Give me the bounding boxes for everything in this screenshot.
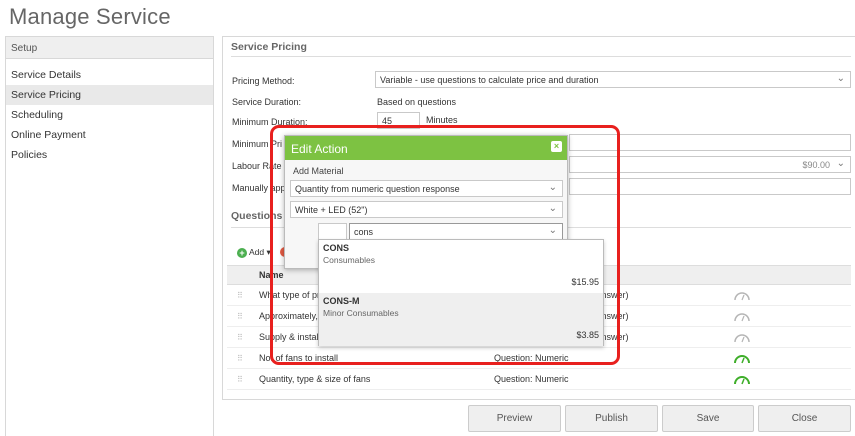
list-item[interactable]: CONS-M Minor Consumables $3.85 <box>319 293 603 346</box>
gauge-icon <box>734 376 750 385</box>
add-material-label: Add Material <box>293 166 344 176</box>
question-name: No. of fans to install <box>259 353 339 363</box>
gauge-icon <box>734 355 750 364</box>
minimum-price-input[interactable] <box>569 134 851 151</box>
gauge-icon <box>734 292 750 301</box>
divider <box>231 56 851 57</box>
question-type: Question: Numeric <box>494 374 569 384</box>
publish-button[interactable]: Publish <box>565 405 658 432</box>
page-title: Manage Service <box>9 4 171 29</box>
sidebar: Setup Service Details Service Pricing Sc… <box>5 36 214 436</box>
minutes-unit-label: Minutes <box>426 115 458 125</box>
sidebar-item-service-details[interactable]: Service Details <box>6 65 213 85</box>
material-search-input[interactable]: cons ⌄ <box>349 223 563 240</box>
result-description: Consumables <box>323 255 375 265</box>
sidebar-header: Setup <box>6 37 213 59</box>
service-pricing-title: Service Pricing <box>231 41 307 53</box>
list-item[interactable]: CONS Consumables $15.95 <box>319 240 603 293</box>
chevron-down-icon: ⌄ <box>548 182 557 193</box>
dialog-title: Edit Action <box>291 142 348 156</box>
result-description: Minor Consumables <box>323 308 399 318</box>
gauge-icon <box>734 334 750 343</box>
labour-rate-value: $90.00 <box>802 160 830 170</box>
minimum-duration-input[interactable]: 45 <box>377 112 420 129</box>
sidebar-item-policies[interactable]: Policies <box>6 145 213 165</box>
sidebar-item-service-pricing[interactable]: Service Pricing <box>6 85 213 105</box>
chevron-down-icon: ⌄ <box>836 158 845 169</box>
add-label: Add <box>249 247 265 257</box>
question-name: Quantity, type & size of fans <box>259 374 371 384</box>
sidebar-item-online-payment[interactable]: Online Payment <box>6 125 213 145</box>
labour-rate-select[interactable]: $90.00 ⌄ <box>569 156 851 173</box>
service-duration-value: Based on questions <box>377 97 457 107</box>
service-duration-label: Service Duration: <box>232 97 302 107</box>
quantity-source-value: Quantity from numeric question response <box>295 184 460 194</box>
table-row[interactable]: ⠿ Quantity, type & size of fans Question… <box>227 369 851 390</box>
question-name: What type of pr <box>259 290 321 300</box>
quantity-source-select[interactable]: Quantity from numeric question response … <box>290 180 563 197</box>
pricing-method-select[interactable]: Variable - use questions to calculate pr… <box>375 71 851 88</box>
add-icon: + <box>237 247 247 258</box>
column-header-name: Name <box>259 270 284 280</box>
minimum-duration-label: Minimum Duration: <box>232 117 308 127</box>
manually-applied-input[interactable] <box>569 178 851 195</box>
close-button[interactable]: Close <box>758 405 851 432</box>
minimum-price-label: Minimum Pri <box>232 139 283 149</box>
manually-applied-label: Manually app <box>232 183 286 193</box>
question-name: Supply & install, <box>259 332 324 342</box>
material-search-value: cons <box>354 227 374 237</box>
drag-handle-icon[interactable]: ⠿ <box>237 333 243 342</box>
drag-handle-icon[interactable]: ⠿ <box>237 354 243 363</box>
result-price: $15.95 <box>571 277 599 287</box>
chevron-down-icon: ⌄ <box>548 225 557 236</box>
sidebar-item-scheduling[interactable]: Scheduling <box>6 105 213 125</box>
chevron-down-icon: ⌄ <box>836 73 845 84</box>
add-question-button[interactable]: + Add ▾ <box>237 247 271 258</box>
result-code: CONS <box>323 243 350 253</box>
table-row[interactable]: ⠿ No. of fans to install Question: Numer… <box>227 348 851 369</box>
question-name: Approximately, <box>259 311 318 321</box>
result-price: $3.85 <box>576 330 599 340</box>
close-icon[interactable]: × <box>551 141 562 152</box>
question-type: Question: Numeric <box>494 353 569 363</box>
variant-select[interactable]: White + LED (52") ⌄ <box>290 201 563 218</box>
drag-handle-icon[interactable]: ⠿ <box>237 375 243 384</box>
questions-title: Questions a <box>231 210 292 222</box>
variant-value: White + LED (52") <box>295 205 368 215</box>
gauge-icon <box>734 313 750 322</box>
pricing-method-value: Variable - use questions to calculate pr… <box>380 75 599 85</box>
save-button[interactable]: Save <box>662 405 754 432</box>
drag-handle-icon[interactable]: ⠿ <box>237 312 243 321</box>
result-code: CONS-M <box>323 296 360 306</box>
drag-handle-icon[interactable]: ⠿ <box>237 291 243 300</box>
material-results-list: CONS Consumables $15.95 CONS-M Minor Con… <box>318 239 604 346</box>
chevron-down-icon: ⌄ <box>548 203 557 214</box>
pricing-method-label: Pricing Method: <box>232 76 295 86</box>
labour-rate-label: Labour Rate ( <box>232 161 288 171</box>
preview-button[interactable]: Preview <box>468 405 561 432</box>
dialog-header: Edit Action × <box>285 136 567 160</box>
